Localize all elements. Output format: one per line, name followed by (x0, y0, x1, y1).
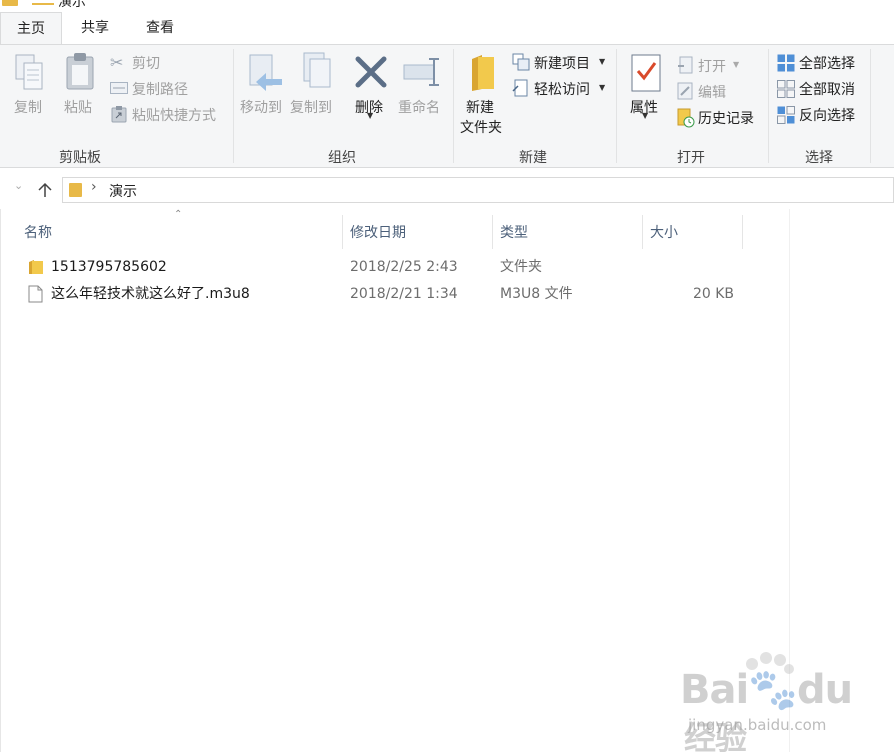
tab-home[interactable]: 主页 (0, 12, 62, 45)
file-name: 这么年轻技术就这么好了.m3u8 (51, 286, 250, 302)
edit-button[interactable]: 编辑 (698, 82, 726, 102)
copy-to-button[interactable]: 复制到 (290, 97, 332, 117)
properties-icon (631, 54, 661, 92)
watermark-url: jingyan.baidu.com (688, 716, 827, 734)
column-header-size[interactable]: 大小 (642, 217, 742, 249)
title-bar: 演示 (0, 0, 894, 12)
paw-icon (774, 654, 786, 666)
new-item-icon (512, 53, 530, 71)
open-icon (678, 56, 693, 74)
dropdown-arrow-icon: ▼ (367, 111, 374, 120)
history-button[interactable]: 历史记录 (698, 108, 754, 128)
column-divider[interactable] (742, 215, 743, 249)
list-item[interactable]: 这么年轻技术就这么好了.m3u8 2018/2/21 1:34 M3U8 文件 … (16, 281, 776, 307)
dropdown-arrow-icon: ▼ (599, 83, 606, 92)
paw-icon (760, 652, 772, 664)
open-button[interactable]: 打开 (698, 56, 726, 76)
group-divider (768, 49, 769, 163)
move-to-button[interactable]: 移动到 (240, 97, 282, 117)
folder-icon (69, 183, 82, 197)
dropdown-arrow-icon: ▼ (599, 57, 606, 66)
edit-icon (677, 82, 693, 100)
pane-border (0, 209, 1, 752)
new-folder-icon (472, 55, 494, 91)
file-size: 20 KB (692, 286, 734, 302)
group-divider (870, 49, 871, 163)
quick-access-toolbar[interactable] (32, 3, 54, 5)
copy-path-icon (110, 82, 128, 94)
copy-button[interactable]: 复制 (14, 97, 42, 117)
file-type: M3U8 文件 (500, 286, 573, 302)
group-divider (233, 49, 234, 163)
copy-icon (15, 54, 43, 90)
ribbon-tabs: 主页 共享 查看 (0, 12, 894, 45)
invert-selection-icon (777, 106, 795, 124)
easy-access-icon (512, 79, 528, 97)
group-divider (616, 49, 617, 163)
tab-view[interactable]: 查看 (131, 12, 189, 45)
group-divider (453, 49, 454, 163)
new-folder-button-line2[interactable]: 文件夹 (460, 117, 502, 137)
watermark: Bai🐾du经验 jingyan.baidu.com (680, 648, 880, 752)
file-icon (28, 285, 43, 303)
folder-icon (29, 260, 43, 274)
new-group-label: 新建 (519, 150, 547, 166)
column-header-date[interactable]: 修改日期 (342, 217, 492, 249)
clipboard-icon (66, 53, 94, 90)
column-header-name[interactable]: 名称 (16, 217, 342, 249)
breadcrumb-current[interactable]: 演示 (109, 181, 137, 201)
select-group-label: 选择 (805, 150, 833, 166)
dropdown-arrow-icon: ▼ (642, 111, 649, 120)
new-folder-button[interactable]: 新建 (466, 97, 494, 117)
rename-button[interactable]: 重命名 (398, 97, 440, 117)
select-none-icon (777, 80, 795, 98)
tab-share[interactable]: 共享 (66, 12, 124, 45)
clipboard-group-label: 剪贴板 (59, 150, 101, 166)
easy-access-button[interactable]: 轻松访问 (534, 79, 590, 99)
recent-locations-icon[interactable]: ⌄ (14, 179, 23, 192)
paste-button[interactable]: 粘贴 (64, 97, 92, 117)
file-date: 2018/2/21 1:34 (350, 286, 458, 302)
address-bar[interactable]: › 演示 (62, 177, 894, 203)
list-item[interactable]: 1513795785602 2018/2/25 2:43 文件夹 (16, 254, 776, 280)
file-date: 2018/2/25 2:43 (350, 259, 458, 275)
cut-button[interactable]: 剪切 (132, 53, 160, 73)
file-type: 文件夹 (500, 259, 542, 275)
history-icon (677, 108, 695, 128)
paste-shortcut-button[interactable]: 粘贴快捷方式 (132, 105, 216, 125)
select-all-icon (777, 54, 795, 72)
copy-path-button[interactable]: 复制路径 (132, 79, 188, 99)
watermark-brand: Bai🐾du经验 (680, 667, 853, 752)
open-group-label: 打开 (677, 150, 705, 166)
copy-to-icon (303, 52, 331, 88)
folder-icon (2, 0, 18, 6)
window-title: 演示 (58, 0, 86, 10)
navigation-bar: ⌄ › 演示 (0, 169, 894, 209)
ribbon: 复制 粘贴 ✂ 剪切 复制路径 粘贴快捷方式 剪贴板 移动到 复制到 删除 ▼ … (0, 44, 894, 168)
file-name: 1513795785602 (51, 259, 167, 275)
move-to-icon (249, 54, 282, 91)
select-none-button[interactable]: 全部取消 (799, 79, 855, 99)
chevron-right-icon[interactable]: › (91, 179, 97, 195)
scissors-icon: ✂ (110, 53, 124, 72)
up-arrow-icon[interactable] (38, 182, 52, 198)
select-all-button[interactable]: 全部选择 (799, 53, 855, 73)
new-item-button[interactable]: 新建项目 (534, 53, 590, 73)
organize-group-label: 组织 (328, 150, 356, 166)
rename-icon (403, 58, 439, 86)
dropdown-arrow-icon: ▼ (733, 60, 740, 69)
invert-selection-button[interactable]: 反向选择 (799, 105, 855, 125)
delete-icon (355, 56, 387, 88)
column-header-type[interactable]: 类型 (492, 217, 642, 249)
paste-shortcut-icon (111, 106, 127, 123)
